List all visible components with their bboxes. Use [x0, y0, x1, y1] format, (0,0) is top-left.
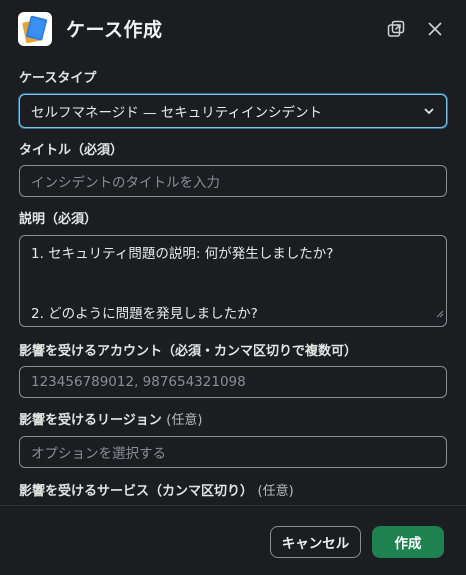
- description-label: 説明（必須）: [19, 212, 98, 227]
- dialog-footer: キャンセル 作成: [0, 505, 466, 575]
- description-textarea[interactable]: 1. セキュリティ問題の説明: 何が発生しましたか? 2. どのように問題を発見…: [19, 235, 447, 327]
- accounts-input[interactable]: 123456789012, 987654321098: [19, 366, 447, 398]
- description-line-4: 2. どのように問題を発見しましたか?: [31, 306, 258, 322]
- create-button[interactable]: 作成: [372, 526, 444, 558]
- title-placeholder: インシデントのタイトルを入力: [31, 175, 220, 191]
- description-line-1: 1. セキュリティ問題の説明: 何が発生しましたか?: [31, 246, 334, 262]
- services-label: 影響を受けるサービス（カンマ区切り） (任意): [19, 480, 294, 499]
- resize-handle-icon[interactable]: [436, 304, 444, 324]
- popout-icon[interactable]: [385, 18, 407, 40]
- regions-select[interactable]: オプションを選択する: [19, 436, 447, 468]
- dialog-title: ケース作成: [66, 19, 163, 41]
- case-type-select[interactable]: セルフマネージド — セキュリティインシデント: [19, 94, 447, 128]
- notebook-icon: [18, 12, 52, 46]
- services-label-text: 影響を受けるサービス（カンマ区切り）: [19, 484, 254, 499]
- accounts-placeholder: 123456789012, 987654321098: [31, 374, 246, 390]
- case-type-label: ケースタイプ: [19, 71, 97, 86]
- regions-label-text: 影響を受けるリージョン: [19, 413, 162, 428]
- chevron-down-icon: [423, 103, 435, 119]
- accounts-label: 影響を受けるアカウント（必須・カンマ区切りで複数可）: [19, 344, 358, 359]
- case-type-value: セルフマネージド — セキュリティインシデント: [31, 105, 323, 121]
- cancel-button[interactable]: キャンセル: [270, 526, 361, 558]
- regions-optional: (任意): [166, 413, 203, 428]
- description-line-2: [31, 264, 435, 284]
- dialog-header: ケース作成: [0, 0, 466, 60]
- description-line-3: [31, 284, 435, 304]
- services-optional: (任意): [257, 484, 294, 499]
- regions-placeholder: オプションを選択する: [31, 446, 166, 462]
- title-input[interactable]: インシデントのタイトルを入力: [19, 165, 447, 197]
- regions-label: 影響を受けるリージョン (任意): [19, 409, 202, 428]
- title-label: タイトル（必須）: [19, 143, 124, 158]
- close-icon[interactable]: [424, 18, 446, 40]
